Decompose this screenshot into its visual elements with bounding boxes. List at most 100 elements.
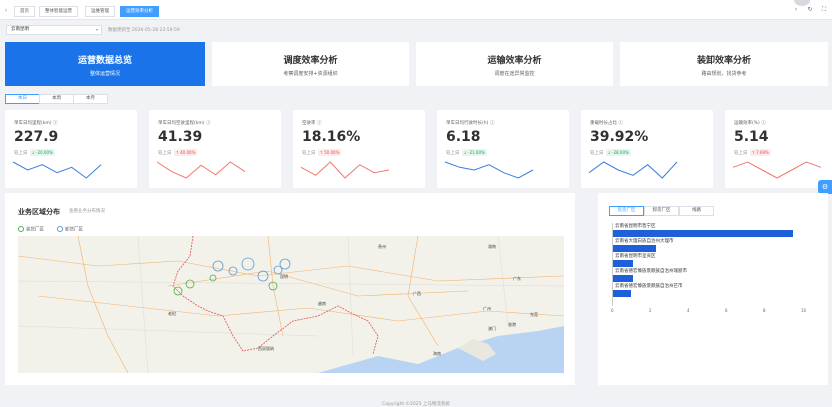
change-badge: ↓ -28.00% [605,149,631,156]
rank-tab-route[interactable]: 线路 [679,206,714,216]
trend-sparkline [12,161,102,179]
map-place-label: 湖南 [488,244,496,249]
info-icon[interactable]: ⓘ [206,121,211,126]
rank-bar[interactable] [612,275,633,282]
rank-tab-loading[interactable]: 装货厂区 [609,206,644,216]
rank-item-label: 云南省大理白族自治州大理市 [615,239,674,244]
rank-item-label: 云南省德宏傣族景颇族自治州芒市 [615,284,683,289]
metric-compare: 较上日 ↑ 7.69% [734,149,771,156]
metric-compare: 较上日 ↓ -20.00% [14,149,55,156]
module-subtitle: 调度在途异常监控 [494,71,535,77]
metric-value: 227.9 [14,129,59,145]
module-overview[interactable]: 运营数据总览 整体运营情况 [5,42,205,86]
map-place-label: 东莞 [530,312,538,317]
tab-operation[interactable]: 整体智能运营 [39,6,78,17]
metric-card: 运输效率(%) ⓘ 5.14 较上日 ↑ 7.69% [725,110,832,188]
trend-line [300,161,390,179]
metric-card: 空驶率 ⓘ 18.16% 较上日 ↑ 50.00% [293,110,425,188]
module-loading[interactable]: 装卸效率分析 路由规划，找货参考 [620,42,828,86]
refresh-icon[interactable]: ↻ [806,6,814,14]
metric-card: 单车日均空驶里程(km) ⓘ 41.39 较上日 ↑ 40.00% [149,110,281,188]
business-map[interactable]: 西双版纳 老挝 越南 广西 广州 海南 香港 澳门 广东 昆明 贵州 湖南 东莞 [18,236,564,373]
module-dispatch[interactable]: 调度效率分析 考察调度安排+资源组织 [212,42,409,86]
legend-dot-icon [57,226,63,232]
tab-home[interactable]: 首页 [14,6,35,17]
trend-line [156,161,246,179]
map-place-label: 海南 [433,351,441,356]
period-day-tab[interactable]: 本日 [5,94,40,104]
metric-value: 18.16% [302,129,361,145]
chevron-down-icon: ▾ [95,27,98,32]
legend-unloading[interactable]: 卸货厂区 [57,226,83,233]
period-month-tab[interactable]: 本月 [73,94,108,104]
trend-sparkline [588,161,678,179]
y-axis-line [612,223,613,306]
module-subtitle: 路由规划，找货参考 [701,71,747,77]
trend-line [12,161,102,179]
metric-value: 5.14 [734,129,769,145]
change-badge: ↑ 40.00% [173,149,198,156]
legend-label: 卸货厂区 [65,227,83,233]
metric-value: 39.92% [590,129,649,145]
metric-card: 单车日均里程(km) ⓘ 227.9 较上日 ↓ -20.00% [5,110,137,188]
change-badge: ↓ -21.00% [461,149,487,156]
rank-bar[interactable] [612,230,793,237]
module-title: 装卸效率分析 [696,56,751,66]
metric-value: 41.39 [158,129,203,145]
map-place-label: 香港 [508,322,516,327]
x-tick-label: 6 [725,308,728,313]
region-select[interactable]: 云南昆明 ▾ [6,25,102,35]
module-transport[interactable]: 运输效率分析 调度在途异常监控 [416,42,613,86]
tab-maintenance[interactable]: 运维管理 [85,6,115,17]
rank-tab-unloading[interactable]: 卸货厂区 [644,206,679,216]
info-icon[interactable]: ⓘ [317,121,322,126]
rank-bar[interactable] [612,245,656,252]
metric-card: 重载时长占比 ⓘ 39.92% 较上日 ↓ -28.00% [581,110,713,188]
metric-compare: 较上日 ↓ -21.00% [446,149,487,156]
x-tick-label: 4 [687,308,690,313]
map-place-label: 广东 [513,276,521,281]
business-area-panel: 业务区域分布 查看业务分布情况 装货厂区 卸货厂区 西双版纳 老挝 越南 广西 … [5,193,575,385]
map-place-label: 广西 [413,291,421,296]
footer: Copyright ©2025 上马物流系统 [382,402,450,407]
update-time: 数据更新至 2026-05-28 23:59:59 [108,28,180,33]
rank-item-label: 云南省德宏傣族景颇族自治州瑞丽市 [615,269,687,274]
ranking-panel: 装货厂区 卸货厂区 线路 云南省昆明市晋宁区云南省大理白族自治州大理市 云南省昆明… [598,193,828,385]
trend-line [588,161,678,179]
module-title: 运输效率分析 [487,56,542,66]
map-graphic [18,236,564,373]
tab-prev-icon[interactable]: ‹ [2,7,10,15]
rank-item-label: 云南省昆明市呈贡区 [615,254,656,259]
settings-icon[interactable]: ⚙ [818,180,832,194]
rank-bar[interactable] [612,290,631,297]
tab-next-icon[interactable]: › [792,6,800,14]
tab-bar: ‹ 首页 整体智能运营 运维管理 运营效率分析 › ↻ ⛶ [0,0,832,20]
module-subtitle: 考察调度安排+资源组织 [283,71,338,77]
map-place-label: 澳门 [488,326,496,331]
module-title: 运营数据总览 [77,56,132,66]
tab-efficiency-analysis[interactable]: 运营效率分析 [120,6,159,17]
map-place-label: 广州 [483,306,491,311]
metric-label: 单车日均空驶里程(km) ⓘ [158,121,211,126]
trend-sparkline [300,161,390,179]
change-badge: ↓ -20.00% [29,149,55,156]
info-icon[interactable]: ⓘ [618,121,623,126]
period-week-tab[interactable]: 本周 [39,94,74,104]
x-tick-label: 0 [611,308,614,313]
metric-compare: 较上日 ↓ -28.00% [590,149,631,156]
trend-line [444,161,534,179]
rank-item-label: 云南省昆明市晋宁区 [615,224,656,229]
metric-label: 空驶率 ⓘ [302,121,322,126]
map-place-label: 贵州 [378,244,386,249]
x-tick-label: 10 [801,308,807,313]
info-icon[interactable]: ⓘ [761,121,766,126]
info-icon[interactable]: ⓘ [53,121,58,126]
x-tick-label: 8 [763,308,766,313]
fullscreen-icon[interactable]: ⛶ [820,6,828,14]
metric-label: 单车日均行驶时长(h) ⓘ [446,121,495,126]
x-tick-label: 2 [649,308,652,313]
map-place-label: 越南 [318,301,326,306]
legend-loading[interactable]: 装货厂区 [18,226,44,233]
info-icon[interactable]: ⓘ [490,121,495,126]
rank-bar[interactable] [612,260,633,267]
